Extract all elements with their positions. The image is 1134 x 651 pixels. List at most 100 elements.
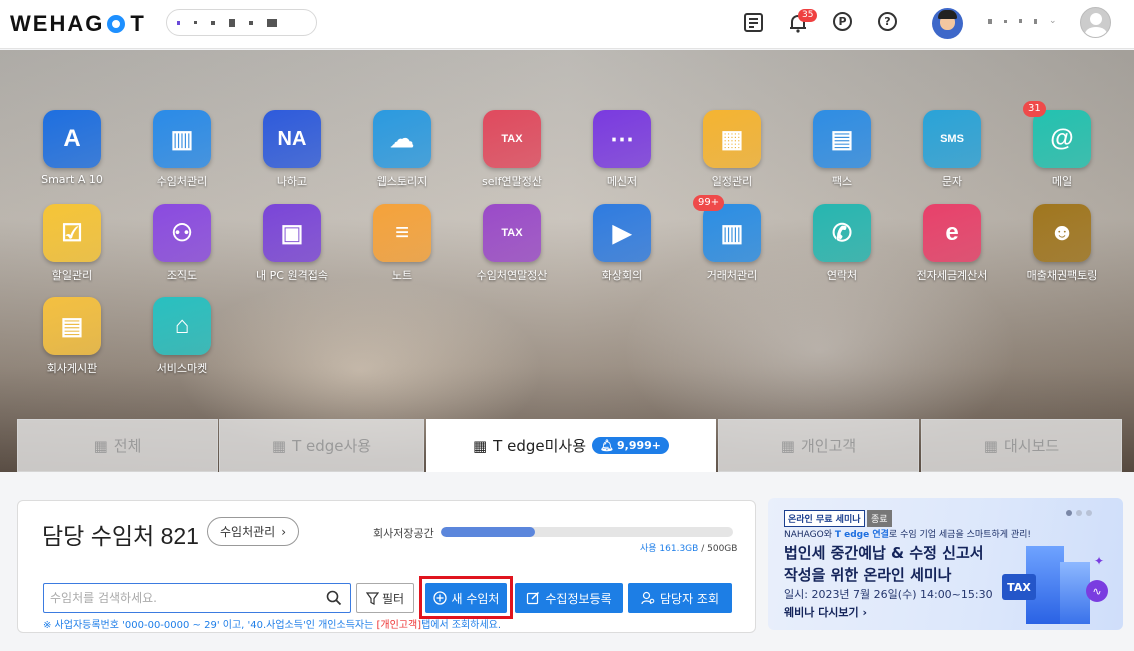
app-sms-phone[interactable]: SMS 문자 [897,110,1007,189]
app-label: 서비스마켓 [156,362,208,375]
app-label: 할일관리 [51,269,93,282]
app-label: 회사게시판 [46,362,98,375]
app-fax[interactable]: ▤ 팩스 [787,110,897,189]
app-tax-receipt[interactable]: TAX self연말정산 [457,110,567,189]
app-note[interactable]: ≡ 노트 [347,204,457,283]
smart-a-icon: A [43,110,101,168]
top-header: WEHAG T 35 P ? ⌄ [0,0,1134,49]
app-smart-a[interactable]: A Smart A 10 [17,110,127,186]
app-remote-pc[interactable]: ▣ 내 PC 원격접속 [237,204,347,283]
app-label: 수임처관리 [156,175,208,188]
app-label: 일정관리 [711,175,753,188]
app-buildings[interactable]: ▥ 수임처관리 [127,110,237,189]
user-name-menu[interactable]: ⌄ [988,16,1057,26]
app-label: 나하고 [276,175,308,188]
chevron-down-icon: ⌄ [1049,16,1057,26]
remote-pc-icon: ▣ [263,204,321,262]
contact-book-icon: ✆ [813,204,871,262]
tax-receipt-icon: TAX [483,110,541,168]
app-company-board[interactable]: ▤ 회사게시판 [17,297,127,376]
storage-usage: 사용 161.3GB / 500GB [640,544,738,554]
w-coin-icon: ∿ [1086,580,1108,602]
point-icon[interactable]: P [833,12,857,36]
app-label: 조직도 [166,269,198,282]
app-label: 내 PC 원격접속 [256,269,328,282]
logo-o-icon [107,15,126,33]
help-icon[interactable]: ? [878,12,902,36]
tab-tedge-unused[interactable]: ▦ T edge미사용 🔔︎ 9,999+ [426,419,716,472]
client-search-box [43,583,351,613]
tab-personal-customer[interactable]: ▦ 개인고객 [718,419,919,472]
tax-document-icon: TAX [483,204,541,262]
building-icon: ▦ [271,436,287,455]
building-icon: ▦ [472,436,488,455]
app-store[interactable]: ⌂ 서비스마켓 [127,297,237,376]
client-summary-card: 담당 수임처 821 수임처관리 › 회사저장공간 사용 161.3GB / 50… [17,500,756,633]
app-na[interactable]: NA 나하고 [237,110,347,189]
user-avatar[interactable] [932,8,963,39]
client-manage-button[interactable]: 수임처관리 › [207,517,300,546]
app-label: 메신저 [606,175,638,188]
banner-subtitle: NAHAGO와 T edge 연결로 수임 기업 세금을 스마트하게 관리! [784,530,1032,540]
app-label: 수임처연말정산 [476,269,548,282]
app-client-building[interactable]: ▥ 99+ 거래처관리 [677,195,787,283]
building-icon: ▦ [93,436,108,455]
storage-label: 회사저장공간 [373,527,434,540]
app-video-call[interactable]: ▶ 화상회의 [567,204,677,283]
bell-icon[interactable]: 35 [787,9,818,36]
filter-button[interactable]: 필터 [356,583,414,613]
app-cloud-drive[interactable]: ☁ 웹스토리지 [347,110,457,189]
tab-dashboard[interactable]: ▦ 대시보드 [921,419,1122,472]
app-badge: 99+ [693,195,725,211]
app-label: 거래처관리 [706,269,758,282]
app-mail[interactable]: @31 메일 [1007,101,1117,189]
app-label: Smart A 10 [41,173,103,186]
app-label: 매출채권팩토링 [1026,269,1098,282]
app-label: 웹스토리지 [376,175,428,188]
chevron-right-icon: › [281,524,287,539]
webinar-replay-link[interactable]: 웨비나 다시보기 › [784,604,867,620]
search-icon[interactable] [326,590,342,610]
online-seminar-tag: 온라인 무료 세미나 [784,510,865,527]
app-contact-book[interactable]: ✆ 연락처 [787,204,897,283]
tab-all[interactable]: ▦ 전체 [17,419,218,472]
sparkle-icon: ✦ [1094,554,1105,568]
storage-progress [441,527,733,537]
client-search-input[interactable] [50,591,320,605]
carousel-dots[interactable] [1066,510,1092,516]
bell-icon: 🔔︎ [600,439,614,452]
company-selector[interactable] [166,9,317,36]
app-label: 메일 [1051,175,1073,188]
buildings-icon: ▥ [153,110,211,168]
app-toad-mascot[interactable]: ☻ 매출채권팩토링 [1007,204,1117,283]
page-title: 담당 수임처 821 [42,523,199,549]
app-calendar[interactable]: ▦ 일정관리 [677,110,787,189]
ended-tag: 종료 [867,510,892,527]
seminar-banner[interactable]: 온라인 무료 세미나 종료 NAHAGO와 T edge 연결로 수임 기업 세… [768,498,1123,630]
sms-phone-icon: SMS [923,110,981,168]
app-label: 화상회의 [601,269,643,282]
company-board-icon: ▤ [43,297,101,355]
tab-tedge-used[interactable]: ▦ T edge사용 [219,419,424,472]
app-todo-list[interactable]: ☑ 할일관리 [17,204,127,283]
banner-date: 일시: 2023년 7월 26일(수) 14:00~15:30 [784,588,993,601]
profile-icon[interactable] [1080,7,1111,38]
building-icon: ▦ [780,436,795,455]
app-label: 전자세금계산서 [916,269,988,282]
app-badge: 31 [1023,101,1046,117]
tab-count-badge: 🔔︎ 9,999+ [592,437,669,454]
app-chat-bubble[interactable]: ⋯ 메신저 [567,110,677,189]
highlight-box [419,576,513,619]
board-icon[interactable] [743,12,767,36]
app-e-tax-invoice[interactable]: e 전자세금계산서 [897,204,1007,283]
fax-icon: ▤ [813,110,871,168]
app-tax-document[interactable]: TAX 수임처연말정산 [457,204,567,283]
video-call-icon: ▶ [593,204,651,262]
e-tax-invoice-icon: e [923,204,981,262]
app-org-chart[interactable]: ⚇ 조직도 [127,204,237,283]
dashboard-icon: ▦ [983,436,998,455]
wehago-logo[interactable]: WEHAG T [10,11,146,37]
manager-lookup-button[interactable]: 담당자 조회 [628,583,732,613]
app-label: 팩스 [831,175,853,188]
collect-info-button[interactable]: 수집정보등록 [515,583,623,613]
